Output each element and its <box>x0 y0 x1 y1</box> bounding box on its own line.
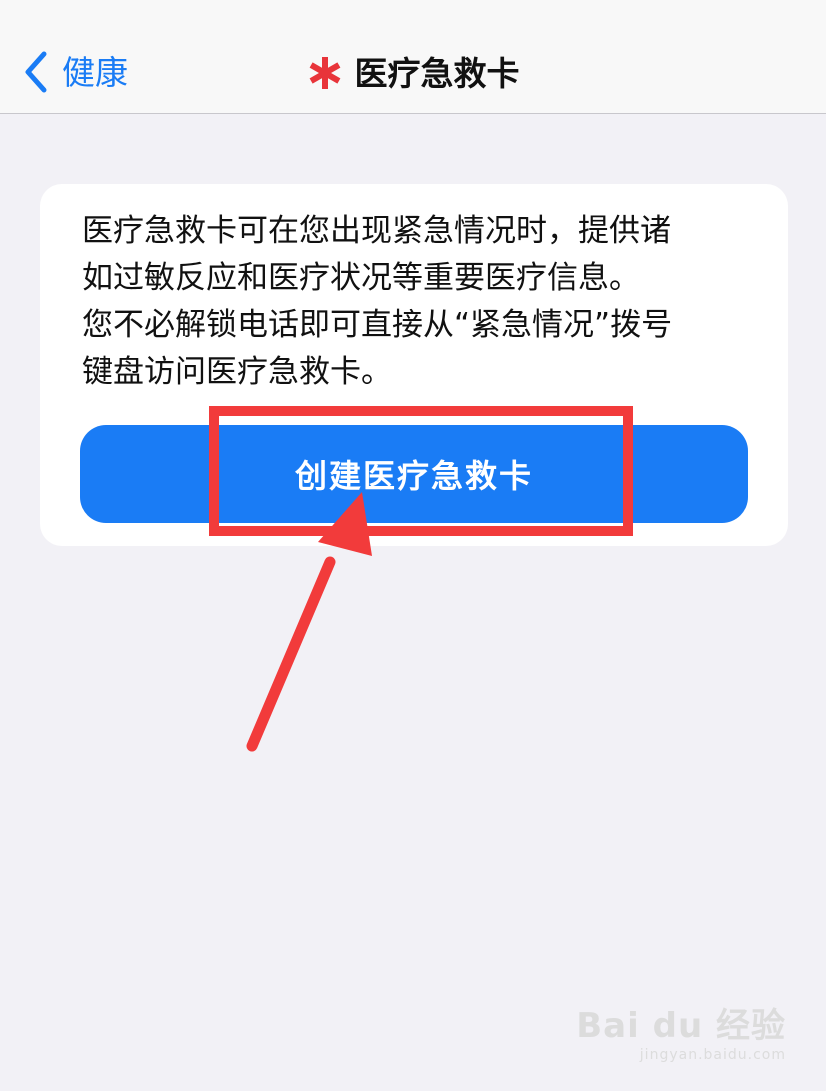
create-button-label: 创建医疗急救卡 <box>294 457 533 495</box>
card-description-line: 键盘访问医疗急救卡。 <box>82 354 392 390</box>
page-title-text: 医疗急救卡 <box>354 53 520 93</box>
watermark: Bai du 经验 jingyan.baidu.com <box>576 998 786 1063</box>
watermark-logo: Bai du 经验 <box>576 1006 786 1046</box>
card-description-line: 医疗急救卡可在您出现紧急情况时，提供诸 <box>82 213 671 249</box>
medical-id-card: 医疗急救卡可在您出现紧急情况时，提供诸 如过敏反应和医疗状况等重要医疗信息。 您… <box>40 184 788 546</box>
card-description-line: 您不必解锁电话即可直接从“紧急情况”拨号 <box>82 307 673 343</box>
arrow-shaft <box>246 556 336 752</box>
navigation-bar: 健康 医疗急救卡 <box>0 0 826 114</box>
card-description: 医疗急救卡可在您出现紧急情况时，提供诸 如过敏反应和医疗状况等重要医疗信息。 您… <box>82 208 762 396</box>
page-title: 医疗急救卡 <box>0 48 826 98</box>
card-description-line: 如过敏反应和医疗状况等重要医疗信息。 <box>82 260 640 296</box>
medical-star-icon <box>309 57 340 89</box>
create-medical-id-button[interactable]: 创建医疗急救卡 <box>80 425 748 523</box>
watermark-url: jingyan.baidu.com <box>639 1047 786 1063</box>
